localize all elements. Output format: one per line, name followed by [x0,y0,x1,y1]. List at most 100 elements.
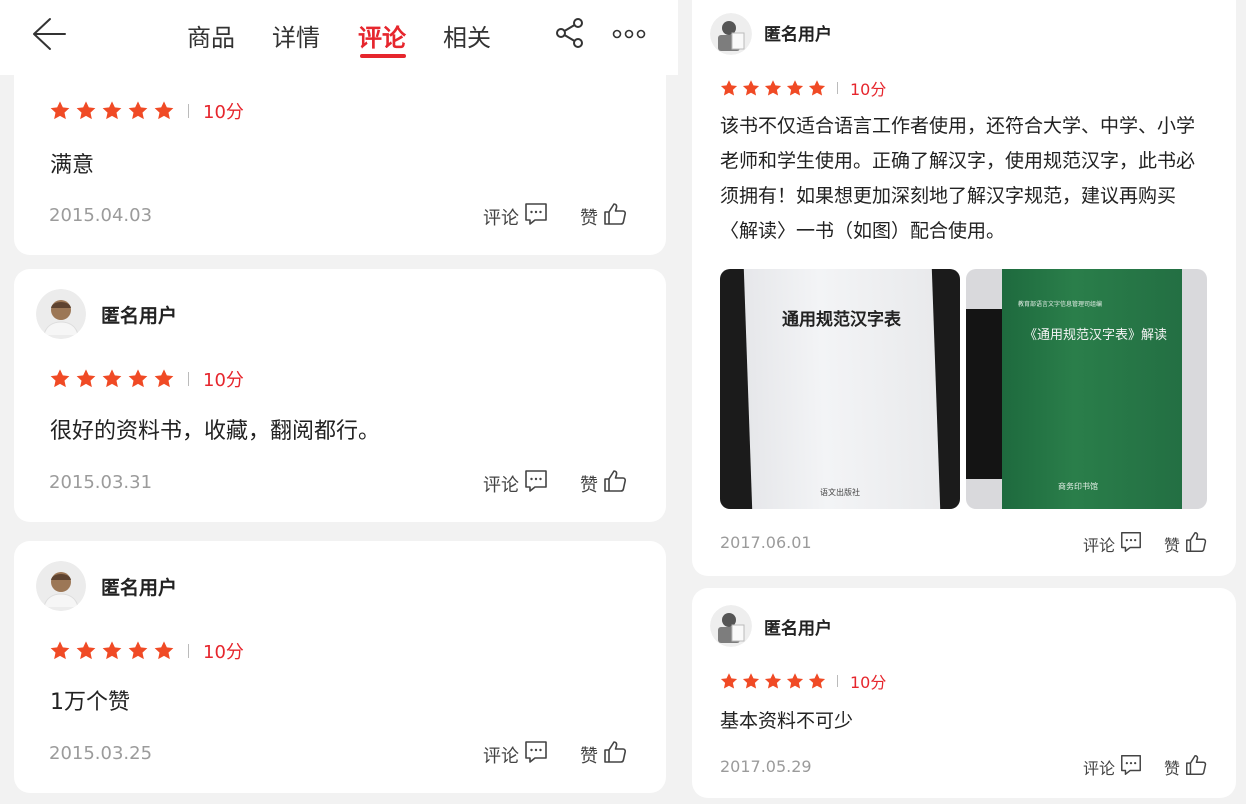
star-icon [48,640,72,662]
thumbs-up-icon [598,468,628,499]
star-icon [785,672,805,691]
comment-label: 评论 [483,745,519,767]
user-avatar [710,13,752,55]
tab-details[interactable]: 详情 [272,18,320,53]
review-text: 很好的资料书，收藏，翻阅都行。 [50,419,381,444]
book-series-line: 教育部语言文字信息管理司组编 [1018,301,1103,308]
review-photo[interactable]: 教育部语言文字信息管理司组编 《通用规范汉字表》解读 商务印书馆 [966,269,1207,509]
star-icon [100,640,124,662]
like-button[interactable]: 赞 [580,468,628,499]
star-icon [763,672,783,691]
like-button[interactable]: 赞 [1164,753,1208,781]
divider [188,104,189,118]
tab-related[interactable]: 相关 [443,18,491,53]
review-card: 10分 满意 2015.04.03 评论 赞 [14,55,666,255]
star-icon [74,368,98,390]
back-arrow-icon[interactable] [30,14,68,58]
review-score: 10分 [850,80,887,99]
comment-icon [519,468,549,499]
comment-label: 评论 [483,207,519,229]
tab-product[interactable]: 商品 [187,18,235,53]
star-icon [100,100,124,122]
review-card: 匿名用户 10分 基本资料不可少 2017.05.29 评论 赞 [692,588,1236,798]
comment-icon [519,201,549,232]
star-icon [152,640,176,662]
like-button[interactable]: 赞 [580,201,628,232]
star-icon [126,368,150,390]
review-photo[interactable]: 通用规范汉字表 语文出版社 [720,269,960,509]
review-score: 10分 [850,673,887,692]
divider [837,82,838,94]
star-icon [785,79,805,98]
user-name: 匿名用户 [764,25,832,45]
review-date: 2015.03.25 [49,743,153,764]
like-label: 赞 [580,207,598,229]
like-button[interactable]: 赞 [580,739,628,770]
comment-label: 评论 [483,474,519,496]
review-score: 10分 [203,642,244,663]
comment-icon [1115,753,1143,781]
review-date: 2015.03.31 [49,472,153,493]
like-label: 赞 [580,745,598,767]
share-icon[interactable] [553,16,587,54]
comment-button[interactable]: 评论 [483,468,549,499]
divider [188,644,189,658]
comment-button[interactable]: 评论 [483,739,549,770]
star-icon [126,640,150,662]
top-nav-bar: 商品 详情 评论 相关 [0,0,678,75]
star-icon [152,100,176,122]
review-text: 该书不仅适合语言工作者使用，还符合大学、中学、小学老师和学生使用。正确了解汉字，… [720,115,1196,242]
star-icon [719,79,739,98]
thumbs-up-icon [1180,753,1208,781]
more-icon[interactable] [612,26,648,45]
divider [188,372,189,386]
review-card: 匿名用户 10分 1万个赞 2015.03.25 评论 赞 [14,541,666,793]
user-avatar [36,289,86,339]
user-name: 匿名用户 [101,577,178,599]
star-icon [807,79,827,98]
user-name: 匿名用户 [764,619,832,639]
like-button[interactable]: 赞 [1164,530,1208,558]
review-card: 匿名用户 10分 很好的资料书，收藏，翻阅都行。 2015.03.31 评论 赞 [14,269,666,522]
star-icon [74,100,98,122]
comment-label: 评论 [1083,536,1116,555]
active-tab-indicator [360,54,406,58]
review-score: 10分 [203,370,244,391]
comment-button[interactable]: 评论 [1083,753,1143,781]
star-rating: 10分 [719,76,886,100]
star-rating: 10分 [48,366,244,392]
review-text: 基本资料不可少 [720,710,854,732]
star-icon [763,79,783,98]
comment-icon [1115,530,1143,558]
like-label: 赞 [580,474,598,496]
divider [837,675,838,687]
book-cover-title: 《通用规范汉字表》解读 [1024,328,1168,343]
star-icon [100,368,124,390]
star-icon [48,100,72,122]
comment-icon [519,739,549,770]
book-publisher: 语文出版社 [820,488,860,497]
like-label: 赞 [1164,536,1181,555]
star-rating: 10分 [719,669,886,693]
review-text: 满意 [50,153,95,178]
review-date: 2017.06.01 [720,533,812,552]
comment-button[interactable]: 评论 [1083,530,1143,558]
thumbs-up-icon [1180,530,1208,558]
comment-button[interactable]: 评论 [483,201,549,232]
like-label: 赞 [1164,759,1181,778]
star-icon [807,672,827,691]
star-icon [48,368,72,390]
thumbs-up-icon [598,201,628,232]
comment-label: 评论 [1083,759,1116,778]
thumbs-up-icon [598,739,628,770]
review-date: 2015.04.03 [49,205,153,226]
user-avatar [36,561,86,611]
star-icon [126,100,150,122]
book-publisher: 商务印书馆 [1058,482,1098,491]
review-date: 2017.05.29 [720,757,812,776]
review-card: 匿名用户 10分 该书不仅适合语言工作者使用，还符合大学、中学、小学老师和学生使… [692,0,1236,576]
review-text: 1万个赞 [50,690,130,715]
star-icon [74,640,98,662]
star-icon [719,672,739,691]
tab-reviews[interactable]: 评论 [358,18,406,53]
